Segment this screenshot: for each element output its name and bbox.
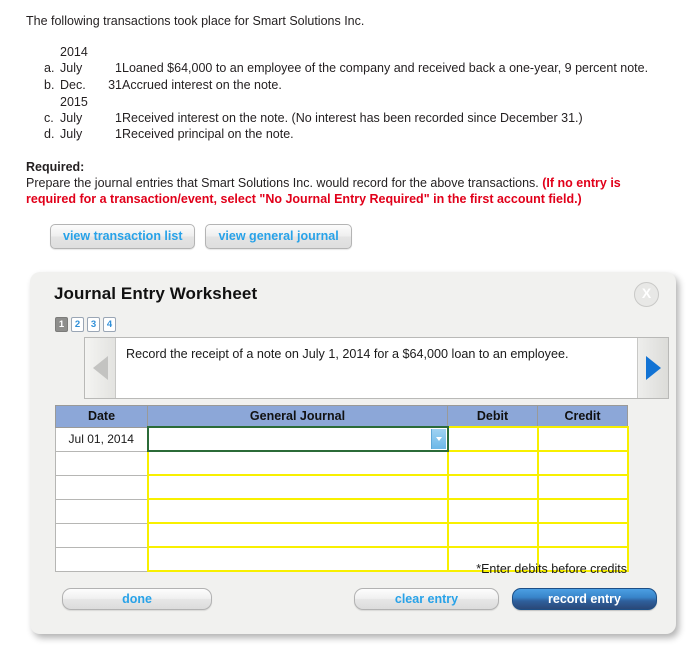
table-row — [55, 498, 629, 524]
table-row — [55, 522, 629, 548]
required-section: Required: Prepare the journal entries th… — [0, 144, 692, 209]
cell-date: Jul 01, 2014 — [55, 426, 148, 452]
transaction-list-table: 2014 a. July 1 Loaned $64,000 to an empl… — [44, 44, 648, 144]
next-entry-button[interactable] — [637, 338, 668, 398]
clear-entry-button[interactable]: clear entry — [354, 588, 499, 610]
worksheet-footer: done clear entry record entry — [30, 588, 676, 610]
problem-intro: The following transactions took place fo… — [26, 14, 365, 28]
txn-month: July — [60, 111, 83, 125]
credit-input-row-4[interactable] — [536, 498, 629, 524]
credit-input-row-3[interactable] — [536, 474, 629, 500]
txn-letter: b. — [44, 77, 55, 92]
cell-date — [55, 474, 148, 500]
required-text-black: Prepare the journal entries that Smart S… — [26, 175, 539, 190]
account-select-row-4[interactable] — [146, 498, 449, 524]
credit-input-row-5[interactable] — [536, 522, 629, 548]
done-button[interactable]: done — [62, 588, 212, 610]
close-icon[interactable]: X — [634, 282, 659, 307]
year-label-2014: 2014 — [60, 45, 88, 59]
year-row-2014: 2014 — [44, 44, 648, 61]
txn-month: July — [60, 127, 83, 142]
view-buttons-row: view transaction list view general journ… — [50, 224, 692, 250]
column-header-date: Date — [55, 405, 148, 428]
previous-entry-button[interactable] — [85, 338, 116, 398]
required-heading: Required: — [26, 159, 85, 174]
year-row-2015: 2015 — [44, 94, 648, 111]
account-select-row-1[interactable] — [146, 426, 449, 452]
step-tab-2[interactable]: 2 — [71, 317, 84, 332]
transaction-row: d. July 1 Received principal on the note… — [44, 127, 648, 143]
chevron-right-icon — [645, 356, 661, 380]
transaction-row: c. July 1 Received interest on the note.… — [44, 111, 648, 127]
step-tabs: 1 2 3 4 — [55, 317, 116, 332]
debit-input-row-3[interactable] — [446, 474, 539, 500]
journal-entry-table: Date General Journal Debit Credit Jul 01… — [55, 405, 629, 572]
cell-date — [55, 522, 148, 548]
debit-input-row-4[interactable] — [446, 498, 539, 524]
txn-day: 1 — [115, 61, 122, 76]
instruction-text: Record the receipt of a note on July 1, … — [126, 347, 569, 361]
credit-input-row-2[interactable] — [536, 450, 629, 476]
table-row — [55, 474, 629, 500]
journal-entry-worksheet-panel: Journal Entry Worksheet X 1 2 3 4 Record… — [30, 272, 676, 634]
txn-day: 31 — [108, 77, 122, 92]
step-tab-1[interactable]: 1 — [55, 317, 68, 332]
debit-input-row-1[interactable] — [446, 426, 539, 452]
instruction-strip: Record the receipt of a note on July 1, … — [84, 337, 669, 399]
txn-letter: c. — [44, 111, 54, 125]
record-entry-button[interactable]: record entry — [512, 588, 657, 610]
required-body: Prepare the journal entries that Smart S… — [26, 175, 666, 209]
column-header-credit: Credit — [537, 405, 628, 428]
txn-day: 1 — [115, 111, 122, 125]
account-select-row-3[interactable] — [146, 474, 449, 500]
enter-debits-note: *Enter debits before credits — [476, 562, 627, 576]
step-tab-3[interactable]: 3 — [87, 317, 100, 332]
txn-letter: d. — [44, 127, 55, 142]
problem-statement: The following transactions took place fo… — [0, 0, 692, 144]
account-select-row-2[interactable] — [146, 450, 449, 476]
column-header-general-journal: General Journal — [147, 405, 448, 428]
table-row — [55, 450, 629, 476]
journal-table-wrapper: Date General Journal Debit Credit Jul 01… — [55, 405, 629, 572]
transaction-row: a. July 1 Loaned $64,000 to an employee … — [44, 61, 648, 77]
view-transaction-list-button[interactable]: view transaction list — [50, 224, 196, 250]
chevron-down-icon[interactable] — [430, 429, 446, 449]
txn-month: July — [60, 61, 83, 76]
txn-desc: Received interest on the note. (No inter… — [122, 111, 583, 125]
step-tab-4[interactable]: 4 — [103, 317, 116, 332]
txn-desc: Accrued interest on the note. — [122, 77, 282, 92]
cell-date — [55, 498, 148, 524]
transaction-row: b. Dec. 31 Accrued interest on the note. — [44, 78, 648, 94]
account-select-row-5[interactable] — [146, 522, 449, 548]
credit-input-row-1[interactable] — [536, 426, 629, 452]
worksheet-title: Journal Entry Worksheet — [54, 284, 258, 303]
table-row: Jul 01, 2014 — [55, 426, 629, 452]
txn-letter: a. — [44, 61, 55, 76]
debit-input-row-2[interactable] — [446, 450, 539, 476]
txn-desc: Loaned $64,000 to an employee of the com… — [122, 61, 649, 76]
chevron-left-icon — [92, 356, 108, 380]
journal-table-header-row: Date General Journal Debit Credit — [55, 405, 628, 428]
view-general-journal-button[interactable]: view general journal — [205, 224, 352, 250]
debit-input-row-5[interactable] — [446, 522, 539, 548]
year-label-2015: 2015 — [60, 94, 88, 109]
txn-month: Dec. — [60, 77, 86, 92]
txn-day: 1 — [115, 127, 122, 142]
cell-date — [55, 450, 148, 476]
txn-desc: Received principal on the note. — [122, 127, 294, 142]
column-header-debit: Debit — [447, 405, 538, 428]
